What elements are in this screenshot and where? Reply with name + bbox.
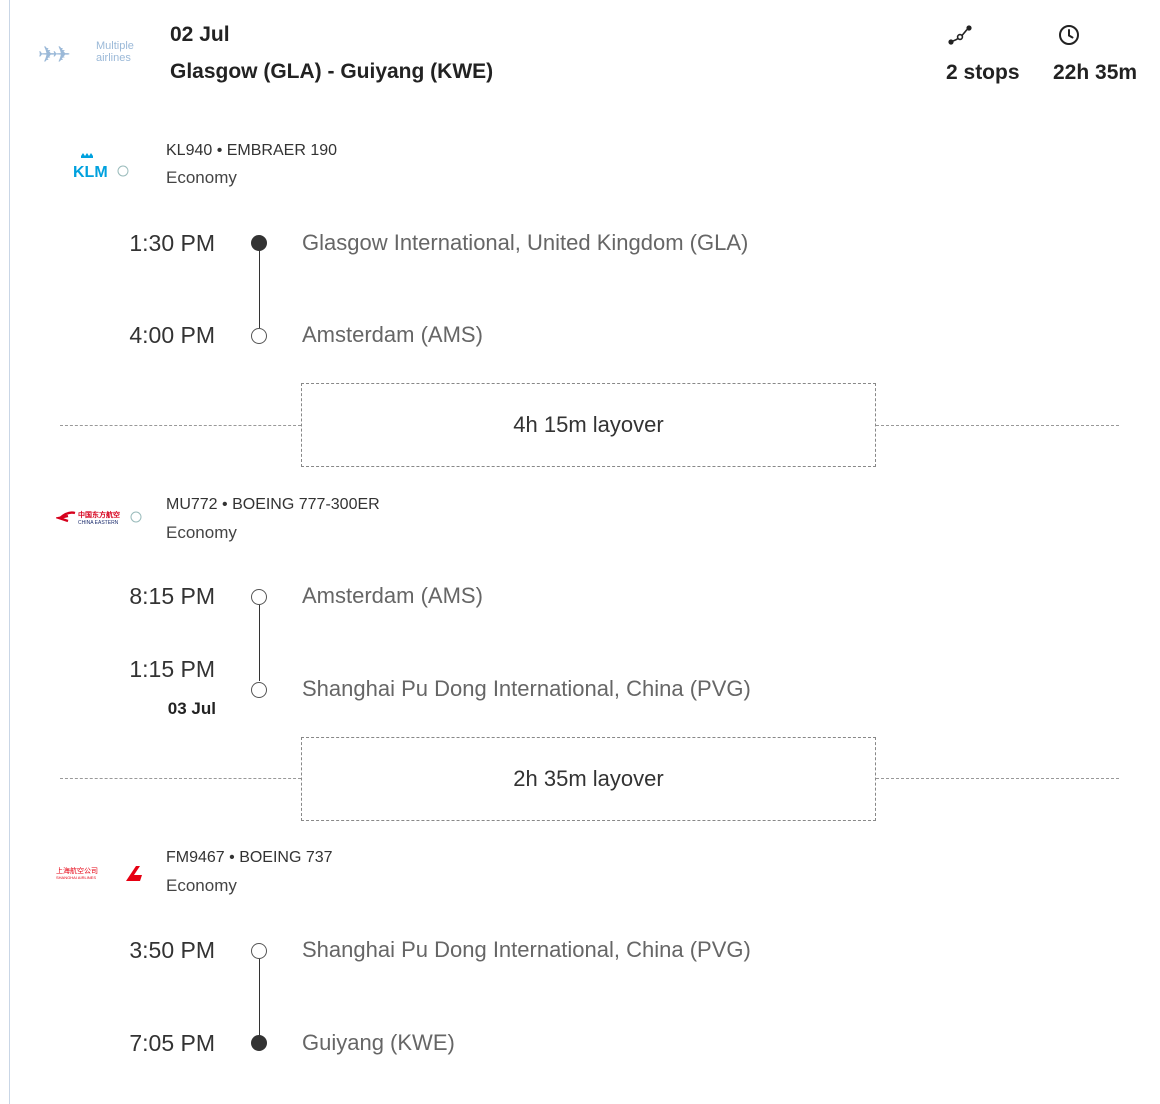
stops-count: 2 stops — [946, 61, 1020, 84]
departure-dot — [251, 943, 267, 959]
clock-icon — [1059, 25, 1079, 45]
arrival-dot — [251, 1035, 267, 1051]
cabin-class: Economy — [166, 876, 237, 895]
departure-dot — [251, 589, 267, 605]
segment-line — [258, 250, 260, 328]
departure-dot — [251, 235, 267, 251]
cabin-class: Economy — [166, 168, 237, 187]
layover-box: 2h 35m layover — [301, 737, 876, 821]
segment-line — [258, 605, 260, 681]
trip-route: Glasgow (GLA) - Guiyang (KWE) — [170, 60, 494, 83]
arrival-dot — [251, 682, 267, 698]
departure-time: 8:15 PM — [129, 583, 215, 609]
cabin-class: Economy — [166, 523, 237, 542]
arrival-time: 1:15 PM — [129, 656, 215, 682]
svg-text:KLM: KLM — [73, 164, 108, 181]
svg-text:CHINA EASTERN: CHINA EASTERN — [78, 520, 119, 526]
arrival-dot — [251, 328, 267, 344]
arrival-airport: Amsterdam (AMS) — [302, 322, 483, 347]
departure-time: 3:50 PM — [129, 937, 215, 963]
svg-text:SHANGHAI AIRLINES: SHANGHAI AIRLINES — [56, 875, 96, 880]
layover-divider-left — [60, 425, 301, 426]
trip-duration: 22h 35m — [1053, 61, 1138, 84]
arrival-time: 4:00 PM — [129, 322, 215, 348]
layover-box: 4h 15m layover — [301, 383, 876, 467]
route-stops-icon — [948, 25, 972, 45]
arrival-time: 7:05 PM — [129, 1030, 215, 1056]
arrival-date: 03 Jul — [167, 699, 216, 718]
multiple-airlines-label: Multiple airlines — [96, 40, 134, 64]
layover-divider-right — [876, 778, 1119, 779]
arrival-airport: Shanghai Pu Dong International, China (P… — [302, 676, 751, 701]
china-eastern-logo: 中国东方航空 CHINA EASTERN — [54, 502, 146, 536]
flight-number-aircraft: KL940 • EMBRAER 190 — [166, 142, 338, 159]
multiple-airlines-line1: Multiple — [96, 40, 134, 52]
segment-line — [258, 959, 260, 1037]
svg-text:中国东方航空: 中国东方航空 — [78, 510, 120, 519]
departure-airport: Glasgow International, United Kingdom (G… — [302, 230, 749, 255]
multiple-airlines-logo: ✈✈ Multiple airlines — [38, 38, 148, 74]
trip-date: 02 Jul — [170, 23, 230, 46]
departure-airport: Shanghai Pu Dong International, China (P… — [302, 937, 751, 962]
departure-time: 1:30 PM — [129, 230, 215, 256]
flight-number-aircraft: FM9467 • BOEING 737 — [166, 849, 333, 866]
shanghai-airlines-logo: 上海航空公司 SHANGHAI AIRLINES — [56, 858, 146, 892]
svg-text:上海航空公司: 上海航空公司 — [56, 866, 98, 875]
departure-airport: Amsterdam (AMS) — [302, 583, 483, 608]
arrival-airport: Guiyang (KWE) — [302, 1030, 455, 1055]
layover-divider-left — [60, 778, 301, 779]
flight-number-aircraft: MU772 • BOEING 777-300ER — [166, 496, 380, 513]
multiple-airlines-line2: airlines — [96, 52, 131, 64]
klm-logo: KLM — [56, 148, 146, 182]
layover-divider-right — [876, 425, 1119, 426]
airplane-icon: ✈✈ — [38, 42, 71, 67]
